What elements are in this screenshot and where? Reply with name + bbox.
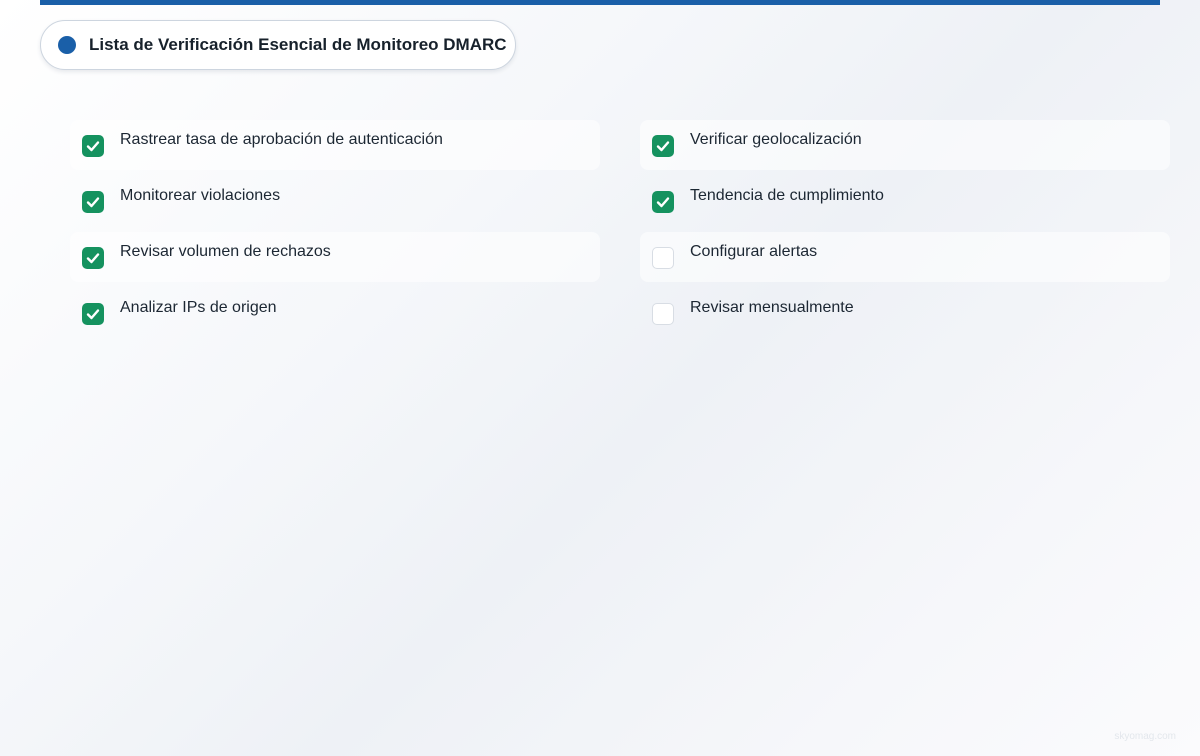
- checklist-item[interactable]: Monitorear violaciones: [70, 176, 600, 226]
- checklist-item-label: Verificar geolocalización: [690, 131, 862, 148]
- checkbox-unchecked-icon[interactable]: [652, 303, 674, 325]
- checkbox-checked-icon[interactable]: [82, 247, 104, 269]
- title-badge: Lista de Verificación Esencial de Monito…: [40, 20, 516, 70]
- checklist-item-label: Monitorear violaciones: [120, 187, 281, 204]
- checkbox-checked-icon[interactable]: [652, 135, 674, 157]
- checklist-item[interactable]: Rastrear tasa de aprobación de autentica…: [70, 120, 600, 170]
- check-mark-icon: [656, 141, 670, 152]
- checklist-item[interactable]: Revisar volumen de rechazos: [70, 232, 600, 282]
- watermark: skyomag.com: [1114, 731, 1176, 742]
- checklist-item[interactable]: Tendencia de cumplimiento: [640, 176, 1170, 226]
- checklist-item[interactable]: Revisar mensualmente: [640, 288, 1170, 338]
- check-mark-icon: [656, 197, 670, 208]
- checklist-item[interactable]: Verificar geolocalización: [640, 120, 1170, 170]
- checkbox-checked-icon[interactable]: [652, 191, 674, 213]
- checklist-item-label: Tendencia de cumplimiento: [690, 187, 884, 204]
- check-mark-icon: [86, 253, 100, 264]
- checklist-item-label: Revisar volumen de rechazos: [120, 243, 331, 260]
- checklist-item[interactable]: Configurar alertas: [640, 232, 1170, 282]
- check-mark-icon: [86, 197, 100, 208]
- checklist-item-label: Revisar mensualmente: [690, 299, 854, 316]
- top-accent-bar: [40, 0, 1160, 5]
- check-mark-icon: [86, 141, 100, 152]
- checkbox-checked-icon[interactable]: [82, 303, 104, 325]
- checkbox-checked-icon[interactable]: [82, 135, 104, 157]
- check-mark-icon: [86, 309, 100, 320]
- page-title: Lista de Verificación Esencial de Monito…: [89, 35, 507, 54]
- checkbox-unchecked-icon[interactable]: [652, 247, 674, 269]
- title-dot-icon: [58, 36, 76, 54]
- checklist-item-label: Configurar alertas: [690, 243, 818, 260]
- checklist-item-label: Analizar IPs de origen: [120, 299, 277, 316]
- checklist-item-label: Rastrear tasa de aprobación de autentica…: [120, 131, 443, 148]
- checklist-item[interactable]: Analizar IPs de origen: [70, 288, 600, 338]
- checkbox-checked-icon[interactable]: [82, 191, 104, 213]
